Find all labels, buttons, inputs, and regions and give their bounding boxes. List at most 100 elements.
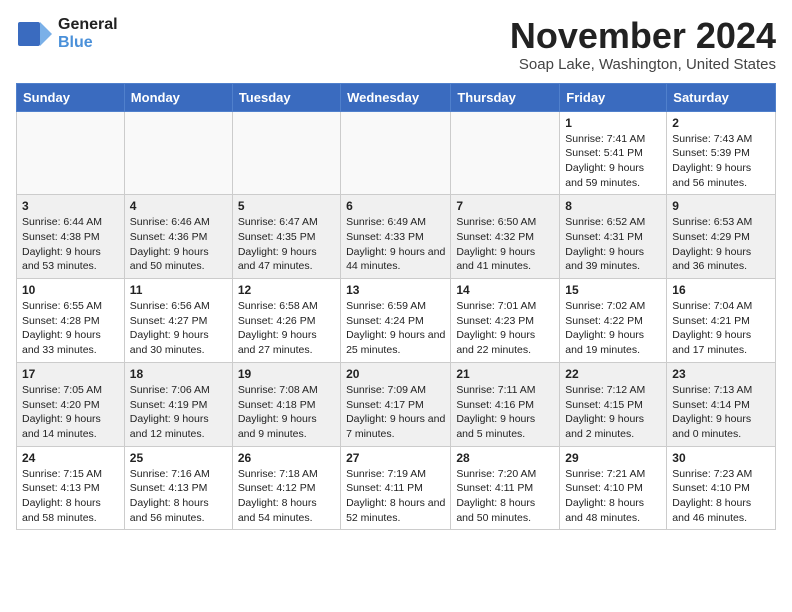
calendar-week-row: 1 Sunrise: 7:41 AM Sunset: 5:41 PM Daylig… xyxy=(17,111,776,195)
day-header-monday: Monday xyxy=(124,83,232,111)
day-info: Sunrise: 7:06 AM Sunset: 4:19 PM Dayligh… xyxy=(130,383,227,442)
location-title: Soap Lake, Washington, United States xyxy=(510,56,776,73)
logo-line2: Blue xyxy=(58,34,118,52)
day-info: Sunrise: 7:18 AM Sunset: 4:12 PM Dayligh… xyxy=(238,467,335,526)
day-info: Sunrise: 7:02 AM Sunset: 4:22 PM Dayligh… xyxy=(565,299,661,358)
day-info: Sunrise: 7:16 AM Sunset: 4:13 PM Dayligh… xyxy=(130,467,227,526)
day-number: 1 xyxy=(565,116,661,130)
calendar-week-row: 17 Sunrise: 7:05 AM Sunset: 4:20 PM Dayli… xyxy=(17,362,776,446)
month-title: November 2024 xyxy=(510,16,776,56)
logo: General Blue xyxy=(16,16,118,52)
calendar-week-row: 24Sunrise: 7:15 AM Sunset: 4:13 PM Dayli… xyxy=(17,446,776,530)
calendar-cell: 12Sunrise: 6:58 AM Sunset: 4:26 PM Dayli… xyxy=(232,279,340,363)
day-header-sunday: Sunday xyxy=(17,83,125,111)
calendar-cell: 29Sunrise: 7:21 AM Sunset: 4:10 PM Dayli… xyxy=(560,446,667,530)
calendar-cell xyxy=(124,111,232,195)
calendar-cell xyxy=(17,111,125,195)
title-area: November 2024 Soap Lake, Washington, Uni… xyxy=(510,16,776,73)
day-header-thursday: Thursday xyxy=(451,83,560,111)
calendar-cell: 23 Sunrise: 7:13 AM Sunset: 4:14 PM Dayli… xyxy=(667,362,776,446)
calendar-cell: 14 Sunrise: 7:01 AM Sunset: 4:23 PM Dayli… xyxy=(451,279,560,363)
calendar-cell: 15 Sunrise: 7:02 AM Sunset: 4:22 PM Dayli… xyxy=(560,279,667,363)
logo-line1: General xyxy=(58,16,118,34)
day-header-tuesday: Tuesday xyxy=(232,83,340,111)
day-number: 19 xyxy=(238,367,335,381)
day-info: Sunrise: 6:59 AM Sunset: 4:24 PM Dayligh… xyxy=(346,299,445,358)
day-number: 3 xyxy=(22,199,119,213)
calendar-week-row: 3 Sunrise: 6:44 AM Sunset: 4:38 PM Daylig… xyxy=(17,195,776,279)
day-number: 27 xyxy=(346,451,445,465)
calendar-cell: 21 Sunrise: 7:11 AM Sunset: 4:16 PM Dayli… xyxy=(451,362,560,446)
day-number: 7 xyxy=(456,199,554,213)
calendar-cell: 3 Sunrise: 6:44 AM Sunset: 4:38 PM Daylig… xyxy=(17,195,125,279)
logo-icon xyxy=(16,18,54,50)
calendar-cell: 27 Sunrise: 7:19 AM Sunset: 4:11 PM Dayli… xyxy=(341,446,451,530)
day-info: Sunrise: 6:44 AM Sunset: 4:38 PM Dayligh… xyxy=(22,215,119,274)
calendar-cell: 30 Sunrise: 7:23 AM Sunset: 4:10 PM Dayli… xyxy=(667,446,776,530)
calendar-cell xyxy=(451,111,560,195)
page-header: General Blue November 2024 Soap Lake, Wa… xyxy=(16,16,776,73)
day-number: 25 xyxy=(130,451,227,465)
day-header-saturday: Saturday xyxy=(667,83,776,111)
calendar-cell: 1 Sunrise: 7:41 AM Sunset: 5:41 PM Daylig… xyxy=(560,111,667,195)
day-info: Sunrise: 7:23 AM Sunset: 4:10 PM Dayligh… xyxy=(672,467,770,526)
calendar-cell: 24Sunrise: 7:15 AM Sunset: 4:13 PM Dayli… xyxy=(17,446,125,530)
calendar-cell: 6Sunrise: 6:49 AM Sunset: 4:33 PM Daylig… xyxy=(341,195,451,279)
day-info: Sunrise: 7:19 AM Sunset: 4:11 PM Dayligh… xyxy=(346,467,445,526)
day-number: 11 xyxy=(130,283,227,297)
day-number: 9 xyxy=(672,199,770,213)
day-number: 13 xyxy=(346,283,445,297)
day-info: Sunrise: 7:41 AM Sunset: 5:41 PM Dayligh… xyxy=(565,132,661,191)
day-number: 26 xyxy=(238,451,335,465)
calendar-week-row: 10 Sunrise: 6:55 AM Sunset: 4:28 PM Dayli… xyxy=(17,279,776,363)
calendar-cell: 17 Sunrise: 7:05 AM Sunset: 4:20 PM Dayli… xyxy=(17,362,125,446)
calendar-header-row: SundayMondayTuesdayWednesdayThursdayFrid… xyxy=(17,83,776,111)
day-info: Sunrise: 6:55 AM Sunset: 4:28 PM Dayligh… xyxy=(22,299,119,358)
calendar-cell: 7 Sunrise: 6:50 AM Sunset: 4:32 PM Daylig… xyxy=(451,195,560,279)
calendar-cell: 25 Sunrise: 7:16 AM Sunset: 4:13 PM Dayli… xyxy=(124,446,232,530)
calendar-cell: 20 Sunrise: 7:09 AM Sunset: 4:17 PM Dayli… xyxy=(341,362,451,446)
day-info: Sunrise: 6:50 AM Sunset: 4:32 PM Dayligh… xyxy=(456,215,554,274)
day-number: 8 xyxy=(565,199,661,213)
day-number: 14 xyxy=(456,283,554,297)
calendar-cell: 5 Sunrise: 6:47 AM Sunset: 4:35 PM Daylig… xyxy=(232,195,340,279)
day-info: Sunrise: 7:09 AM Sunset: 4:17 PM Dayligh… xyxy=(346,383,445,442)
calendar-cell: 13 Sunrise: 6:59 AM Sunset: 4:24 PM Dayli… xyxy=(341,279,451,363)
day-info: Sunrise: 7:08 AM Sunset: 4:18 PM Dayligh… xyxy=(238,383,335,442)
day-number: 20 xyxy=(346,367,445,381)
day-number: 5 xyxy=(238,199,335,213)
day-info: Sunrise: 7:43 AM Sunset: 5:39 PM Dayligh… xyxy=(672,132,770,191)
day-info: Sunrise: 7:11 AM Sunset: 4:16 PM Dayligh… xyxy=(456,383,554,442)
day-info: Sunrise: 7:05 AM Sunset: 4:20 PM Dayligh… xyxy=(22,383,119,442)
day-header-friday: Friday xyxy=(560,83,667,111)
day-number: 6 xyxy=(346,199,445,213)
day-number: 15 xyxy=(565,283,661,297)
day-info: Sunrise: 7:12 AM Sunset: 4:15 PM Dayligh… xyxy=(565,383,661,442)
day-number: 12 xyxy=(238,283,335,297)
day-number: 28 xyxy=(456,451,554,465)
day-number: 17 xyxy=(22,367,119,381)
calendar-cell: 2 Sunrise: 7:43 AM Sunset: 5:39 PM Daylig… xyxy=(667,111,776,195)
day-header-wednesday: Wednesday xyxy=(341,83,451,111)
day-info: Sunrise: 7:13 AM Sunset: 4:14 PM Dayligh… xyxy=(672,383,770,442)
calendar-cell: 8 Sunrise: 6:52 AM Sunset: 4:31 PM Daylig… xyxy=(560,195,667,279)
day-number: 18 xyxy=(130,367,227,381)
day-number: 23 xyxy=(672,367,770,381)
day-number: 21 xyxy=(456,367,554,381)
day-info: Sunrise: 7:04 AM Sunset: 4:21 PM Dayligh… xyxy=(672,299,770,358)
calendar: SundayMondayTuesdayWednesdayThursdayFrid… xyxy=(16,83,776,531)
calendar-cell: 11Sunrise: 6:56 AM Sunset: 4:27 PM Dayli… xyxy=(124,279,232,363)
calendar-cell: 18 Sunrise: 7:06 AM Sunset: 4:19 PM Dayli… xyxy=(124,362,232,446)
day-number: 30 xyxy=(672,451,770,465)
day-info: Sunrise: 6:52 AM Sunset: 4:31 PM Dayligh… xyxy=(565,215,661,274)
day-number: 16 xyxy=(672,283,770,297)
day-number: 24 xyxy=(22,451,119,465)
day-number: 10 xyxy=(22,283,119,297)
calendar-cell xyxy=(232,111,340,195)
day-info: Sunrise: 7:21 AM Sunset: 4:10 PM Dayligh… xyxy=(565,467,661,526)
day-number: 4 xyxy=(130,199,227,213)
day-info: Sunrise: 7:01 AM Sunset: 4:23 PM Dayligh… xyxy=(456,299,554,358)
day-number: 2 xyxy=(672,116,770,130)
day-info: Sunrise: 6:47 AM Sunset: 4:35 PM Dayligh… xyxy=(238,215,335,274)
calendar-cell: 19 Sunrise: 7:08 AM Sunset: 4:18 PM Dayli… xyxy=(232,362,340,446)
